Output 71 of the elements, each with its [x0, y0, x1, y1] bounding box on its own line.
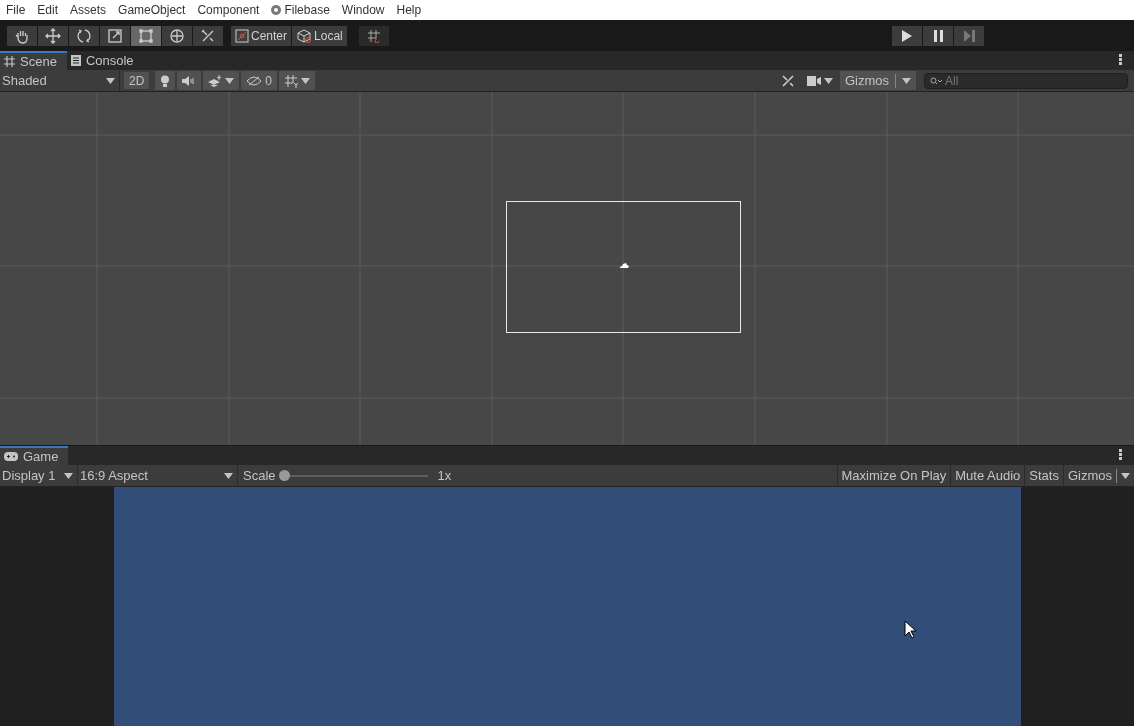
step-icon [963, 29, 975, 42]
grid-icon [4, 56, 15, 67]
panel-tab[interactable]: Scene [0, 51, 67, 70]
tools-icon [200, 27, 216, 44]
pivot-toggle[interactable]: Center [231, 25, 292, 46]
scale-value: 1x [437, 468, 452, 483]
lighting-toggle[interactable] [155, 71, 176, 90]
dropdown-arrow-icon [225, 77, 235, 84]
dropdown-arrow-icon [224, 472, 233, 479]
menu-item[interactable]: Component [191, 3, 266, 17]
aspect-dropdown[interactable]: 16:9 Aspect [78, 465, 238, 486]
speaker-icon [182, 75, 197, 86]
mouse-cursor-icon [903, 620, 916, 639]
tool-button[interactable] [7, 25, 37, 46]
pause-icon [933, 29, 943, 42]
menu-item[interactable]: Assets [64, 3, 113, 17]
gizmos-dropdown[interactable]: Gizmos [839, 71, 916, 90]
tool-button[interactable] [162, 25, 192, 46]
scale-icon [107, 27, 123, 44]
menu-item[interactable]: GameObject [112, 3, 192, 17]
dropdown-arrow-icon [64, 472, 73, 479]
panel-tab[interactable]: Console [66, 51, 144, 70]
pivot-toggle[interactable]: Local [292, 25, 347, 46]
panel-tab[interactable]: Game [0, 446, 69, 465]
grid-icon [284, 73, 299, 88]
transform-icon [169, 27, 185, 44]
rect-tool-icon [138, 27, 154, 44]
lightbulb-icon [160, 74, 171, 87]
display-dropdown[interactable]: Display 1 [0, 465, 78, 486]
scale-label: Scale [243, 468, 276, 483]
search-icon [930, 76, 942, 85]
layers-icon [208, 74, 223, 87]
menu-item[interactable]: Filebase [265, 3, 336, 17]
playback-button[interactable] [923, 25, 953, 46]
playback-button[interactable] [892, 25, 922, 46]
shading-dropdown[interactable]: Shaded [0, 70, 120, 91]
dropdown-arrow-icon [1121, 472, 1130, 479]
tool-button[interactable] [193, 25, 223, 46]
menu-item[interactable]: Help [390, 3, 428, 17]
gamepad-icon [4, 452, 18, 461]
dropdown-arrow-icon [823, 77, 833, 84]
tool-button[interactable] [69, 25, 99, 46]
audio-toggle[interactable] [177, 71, 202, 90]
search-field[interactable]: All [924, 72, 1128, 89]
scale-slider[interactable] [278, 469, 290, 481]
more-options-icon[interactable] [1119, 449, 1122, 460]
pivot-center-icon [235, 28, 249, 43]
tool-button[interactable] [38, 25, 68, 46]
menu-item[interactable]: Edit [31, 3, 65, 17]
play-icon [902, 29, 912, 42]
grid-snap-icon [366, 28, 381, 43]
dropdown-arrow-icon [106, 77, 115, 84]
rotate-arrows-icon [76, 27, 92, 44]
tool-button[interactable] [131, 25, 161, 46]
mode-2d-toggle[interactable]: 2D [124, 72, 150, 89]
video-camera-icon [806, 75, 821, 86]
move-arrows-icon [45, 27, 61, 44]
cube-icon [296, 28, 313, 43]
menu-item[interactable]: File [0, 3, 32, 17]
grid-snap-button[interactable] [358, 25, 389, 46]
hidden-eye-icon [246, 75, 263, 86]
tool-button[interactable] [100, 25, 130, 46]
grid-dropdown[interactable] [279, 71, 316, 90]
more-options-icon[interactable] [1119, 54, 1122, 65]
effects-dropdown[interactable] [203, 71, 240, 90]
hidden-objects-toggle[interactable]: 0 [241, 71, 278, 90]
dropdown-arrow-icon [902, 77, 911, 84]
tools-icon [780, 73, 795, 88]
dropdown-arrow-icon [301, 77, 311, 84]
menu-item[interactable]: Window [335, 3, 391, 17]
console-icon [70, 55, 81, 66]
